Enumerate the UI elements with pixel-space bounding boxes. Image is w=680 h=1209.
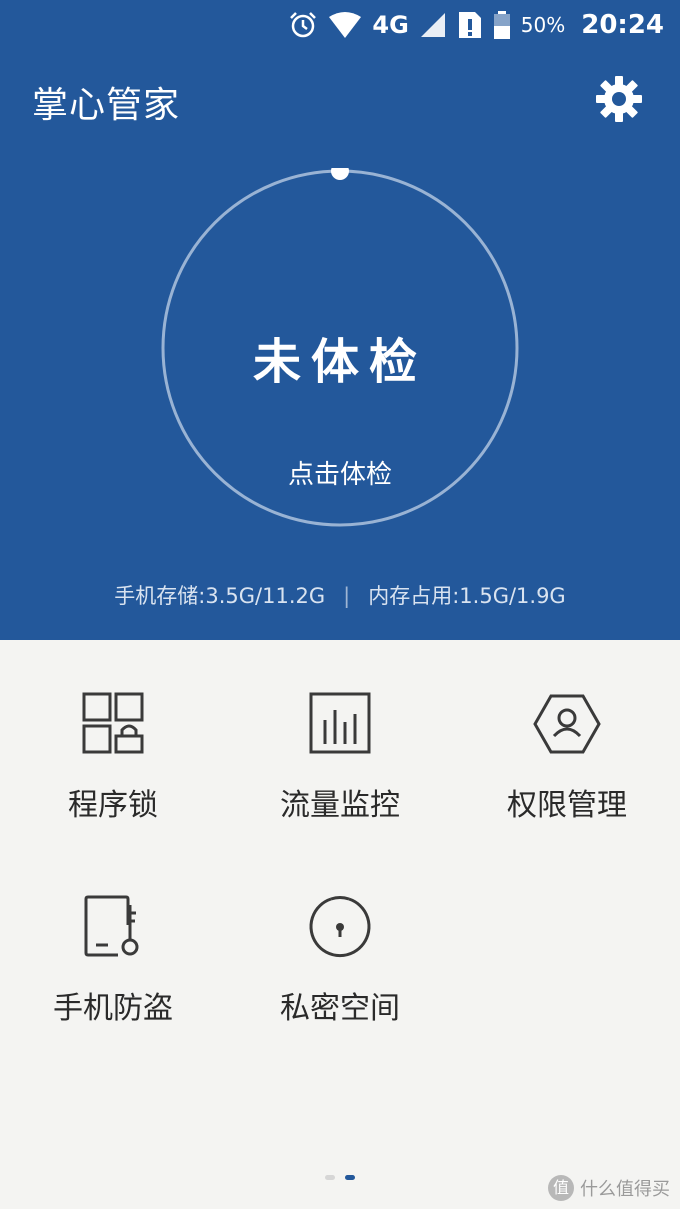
battery-icon xyxy=(493,11,510,39)
feature-label: 程序锁 xyxy=(68,788,158,823)
feature-label: 流量监控 xyxy=(280,788,400,823)
stats-separator: | xyxy=(343,584,351,608)
wifi-icon xyxy=(329,12,362,38)
feature-permissions[interactable]: 权限管理 xyxy=(454,692,680,852)
feature-app-lock[interactable]: 程序锁 xyxy=(0,692,226,852)
feature-label: 权限管理 xyxy=(507,788,627,823)
watermark-text: 什么值得买 xyxy=(580,1179,670,1200)
battery-percent: 50% xyxy=(520,13,566,37)
network-type: 4G xyxy=(372,11,409,39)
header-panel: 4G 50% 20:24 掌心管家 未体检 点击体检 手机存储:3.5G/11.… xyxy=(0,0,680,640)
traffic-chart-icon xyxy=(309,692,371,754)
watermark: 值 什么值得买 xyxy=(548,1175,670,1201)
feature-label: 手机防盗 xyxy=(53,991,173,1026)
checkup-status: 未体检 xyxy=(252,334,427,390)
clock: 20:24 xyxy=(581,10,664,40)
storage-stat: 手机存储:3.5G/11.2G xyxy=(114,584,326,608)
feature-anti-theft[interactable]: 手机防盗 xyxy=(0,895,226,1055)
settings-gear-icon[interactable] xyxy=(594,74,644,124)
page-dot-active[interactable] xyxy=(345,1175,355,1180)
feature-label: 私密空间 xyxy=(280,991,400,1026)
app-lock-icon xyxy=(82,692,144,754)
feature-private-space[interactable]: 私密空间 xyxy=(227,895,453,1055)
feature-traffic-monitor[interactable]: 流量监控 xyxy=(227,692,453,852)
app-title: 掌心管家 xyxy=(32,85,181,126)
permission-user-icon xyxy=(533,694,601,754)
sim-alert-icon xyxy=(458,12,481,38)
alarm-icon xyxy=(290,12,317,38)
private-lock-icon xyxy=(309,896,371,957)
phone-key-icon xyxy=(84,895,139,957)
device-stats: 手机存储:3.5G/11.2G | 内存占用:1.5G/1.9G xyxy=(0,580,680,610)
watermark-badge: 值 xyxy=(548,1175,574,1201)
checkup-button[interactable]: 点击体检 xyxy=(160,454,520,491)
signal-icon xyxy=(420,13,445,37)
memory-stat: 内存占用:1.5G/1.9G xyxy=(368,584,566,608)
page-dot[interactable] xyxy=(325,1175,335,1180)
status-bar: 4G 50% 20:24 xyxy=(0,0,680,50)
checkup-ring[interactable]: 未体检 点击体检 xyxy=(160,168,520,528)
